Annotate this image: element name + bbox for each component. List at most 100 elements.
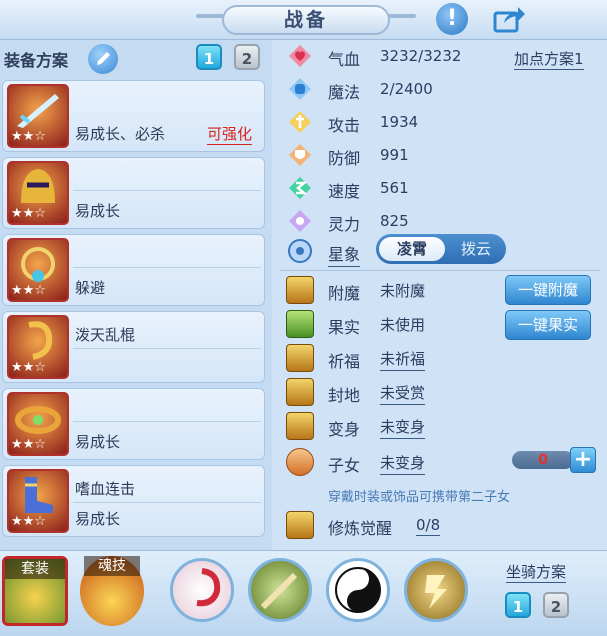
stat-name-spirit: 灵力	[328, 215, 361, 234]
stat-name-defense: 防御	[328, 149, 361, 168]
awaken-value[interactable]: 0/8	[416, 516, 441, 536]
soul-skill-button[interactable]: 魂技	[80, 556, 144, 626]
stat-value-speed: 561	[380, 179, 409, 197]
page-title: 战备	[222, 5, 390, 35]
slot-divider	[73, 267, 261, 268]
boots-icon: ★★☆	[7, 469, 69, 533]
star-sign-toggle: 凌霄 拨云	[376, 234, 506, 264]
edit-plan-button[interactable]	[88, 44, 118, 74]
slot-trait: 易成长、必杀	[75, 125, 166, 143]
slot-trait: 易成长	[75, 433, 121, 451]
title-ornament-left	[196, 14, 224, 18]
child-count-display: 0	[512, 451, 574, 469]
spiral-skill-icon	[196, 568, 221, 607]
add-child-button[interactable]: +	[570, 447, 596, 473]
slot-divider	[73, 190, 261, 191]
transform-label: 变身	[328, 420, 361, 439]
soul-skill-label: 魂技	[84, 556, 140, 576]
heart-icon	[286, 42, 314, 70]
awaken-label: 修炼觉醒	[328, 519, 393, 538]
stat-value-attack: 1934	[380, 113, 419, 131]
yin-yang-icon	[335, 567, 381, 613]
child-label: 子女	[328, 456, 361, 475]
skill-slot-3[interactable]	[326, 558, 390, 622]
slot-trait: 易成长	[75, 510, 121, 528]
one-key-enchant-button[interactable]: 一键附魔	[505, 275, 591, 305]
stat-name-hp: 气血	[328, 50, 361, 69]
info-button[interactable]: !	[436, 3, 468, 35]
star-rating: ★★☆	[11, 360, 46, 375]
necklace-icon: ★★☆	[7, 238, 69, 302]
weapon-icon: ★★☆	[7, 84, 69, 148]
enchant-value: 未附魔	[380, 282, 426, 300]
equipment-slot-4[interactable]: ★★☆ 泼天乱棍	[2, 311, 265, 383]
stat-name-mp: 魔法	[328, 83, 361, 102]
lightning-skill-icon	[425, 575, 447, 609]
equipment-plan-tab-2[interactable]: 2	[234, 44, 260, 70]
star-sign-option-lingxiao[interactable]: 凌霄	[379, 237, 445, 261]
enchant-label: 附魔	[328, 284, 361, 303]
star-rating: ★★☆	[11, 129, 46, 144]
fief-value[interactable]: 未受赏	[380, 382, 426, 405]
transform-value[interactable]: 未变身	[380, 416, 426, 439]
stat-name-speed: 速度	[328, 182, 361, 201]
section-divider	[280, 270, 600, 271]
defense-icon	[286, 141, 314, 169]
star-sign-label[interactable]: 星象	[328, 241, 361, 267]
add-points-plan-label: 加点方案1	[514, 50, 584, 70]
fruit-icon	[286, 310, 314, 338]
fruit-label: 果实	[328, 318, 361, 337]
star-rating: ★★☆	[11, 437, 46, 452]
share-button[interactable]	[492, 4, 526, 34]
equipment-slot-1[interactable]: ★★☆ 易成长、必杀 可强化	[2, 80, 265, 152]
child-icon	[286, 448, 314, 476]
skill-slot-2[interactable]	[248, 558, 312, 622]
skill-slot-1[interactable]	[170, 558, 234, 622]
mana-icon	[286, 75, 314, 103]
awaken-icon	[286, 511, 314, 539]
fief-icon	[286, 378, 314, 406]
add-points-plan-link[interactable]: 加点方案1	[514, 48, 584, 70]
enhance-link[interactable]: 可强化	[207, 123, 253, 145]
equipment-slot-3[interactable]: ★★☆ 躲避	[2, 234, 265, 306]
slot-skill: 嗜血连击	[75, 480, 136, 498]
star-sign-icon	[286, 237, 314, 265]
star-rating: ★★☆	[11, 514, 46, 529]
pencil-icon	[97, 52, 110, 65]
skill-slot-4[interactable]	[404, 558, 468, 622]
star-sign-option-boyun[interactable]: 拨云	[448, 237, 504, 261]
fruit-value: 未使用	[380, 316, 426, 334]
mount-plan-tab-2[interactable]: 2	[543, 592, 569, 618]
mount-plan-tab-1[interactable]: 1	[505, 592, 531, 618]
stat-value-defense: 991	[380, 146, 409, 164]
blessing-label: 祈福	[328, 352, 361, 371]
set-button[interactable]: 套装	[2, 556, 68, 626]
armor-icon: ★★☆	[7, 315, 69, 379]
fief-label: 封地	[328, 386, 361, 405]
stat-name-attack: 攻击	[328, 116, 361, 135]
spirit-icon	[286, 207, 314, 235]
equipment-slot-2[interactable]: ★★☆ 易成长	[2, 157, 265, 229]
mount-plan-text: 坐骑方案	[506, 563, 567, 583]
blessing-icon	[286, 344, 314, 372]
share-icon	[493, 7, 525, 33]
star-rating: ★★☆	[11, 283, 46, 298]
enchant-icon	[286, 276, 314, 304]
child-value[interactable]: 未变身	[380, 452, 426, 475]
blessing-value[interactable]: 未祈福	[380, 348, 426, 371]
mount-plan-label: 坐骑方案	[506, 561, 567, 583]
blade-skill-icon	[260, 572, 298, 610]
transform-icon	[286, 412, 314, 440]
set-label: 套装	[5, 559, 65, 579]
stat-value-hp: 3232/3232	[380, 47, 462, 65]
slot-divider	[73, 502, 261, 503]
helmet-icon: ★★☆	[7, 161, 69, 225]
equipment-plan-tab-1[interactable]: 1	[196, 44, 222, 70]
title-ornament-right	[388, 14, 416, 18]
stat-value-spirit: 825	[380, 212, 409, 230]
one-key-fruit-button[interactable]: 一键果实	[505, 310, 591, 340]
equipment-slot-6[interactable]: ★★☆ 嗜血连击 易成长	[2, 465, 265, 537]
equipment-slot-5[interactable]: ★★☆ 易成长	[2, 388, 265, 460]
slot-skill: 泼天乱棍	[75, 326, 136, 344]
equipment-plan-label: 装备方案	[4, 51, 69, 70]
